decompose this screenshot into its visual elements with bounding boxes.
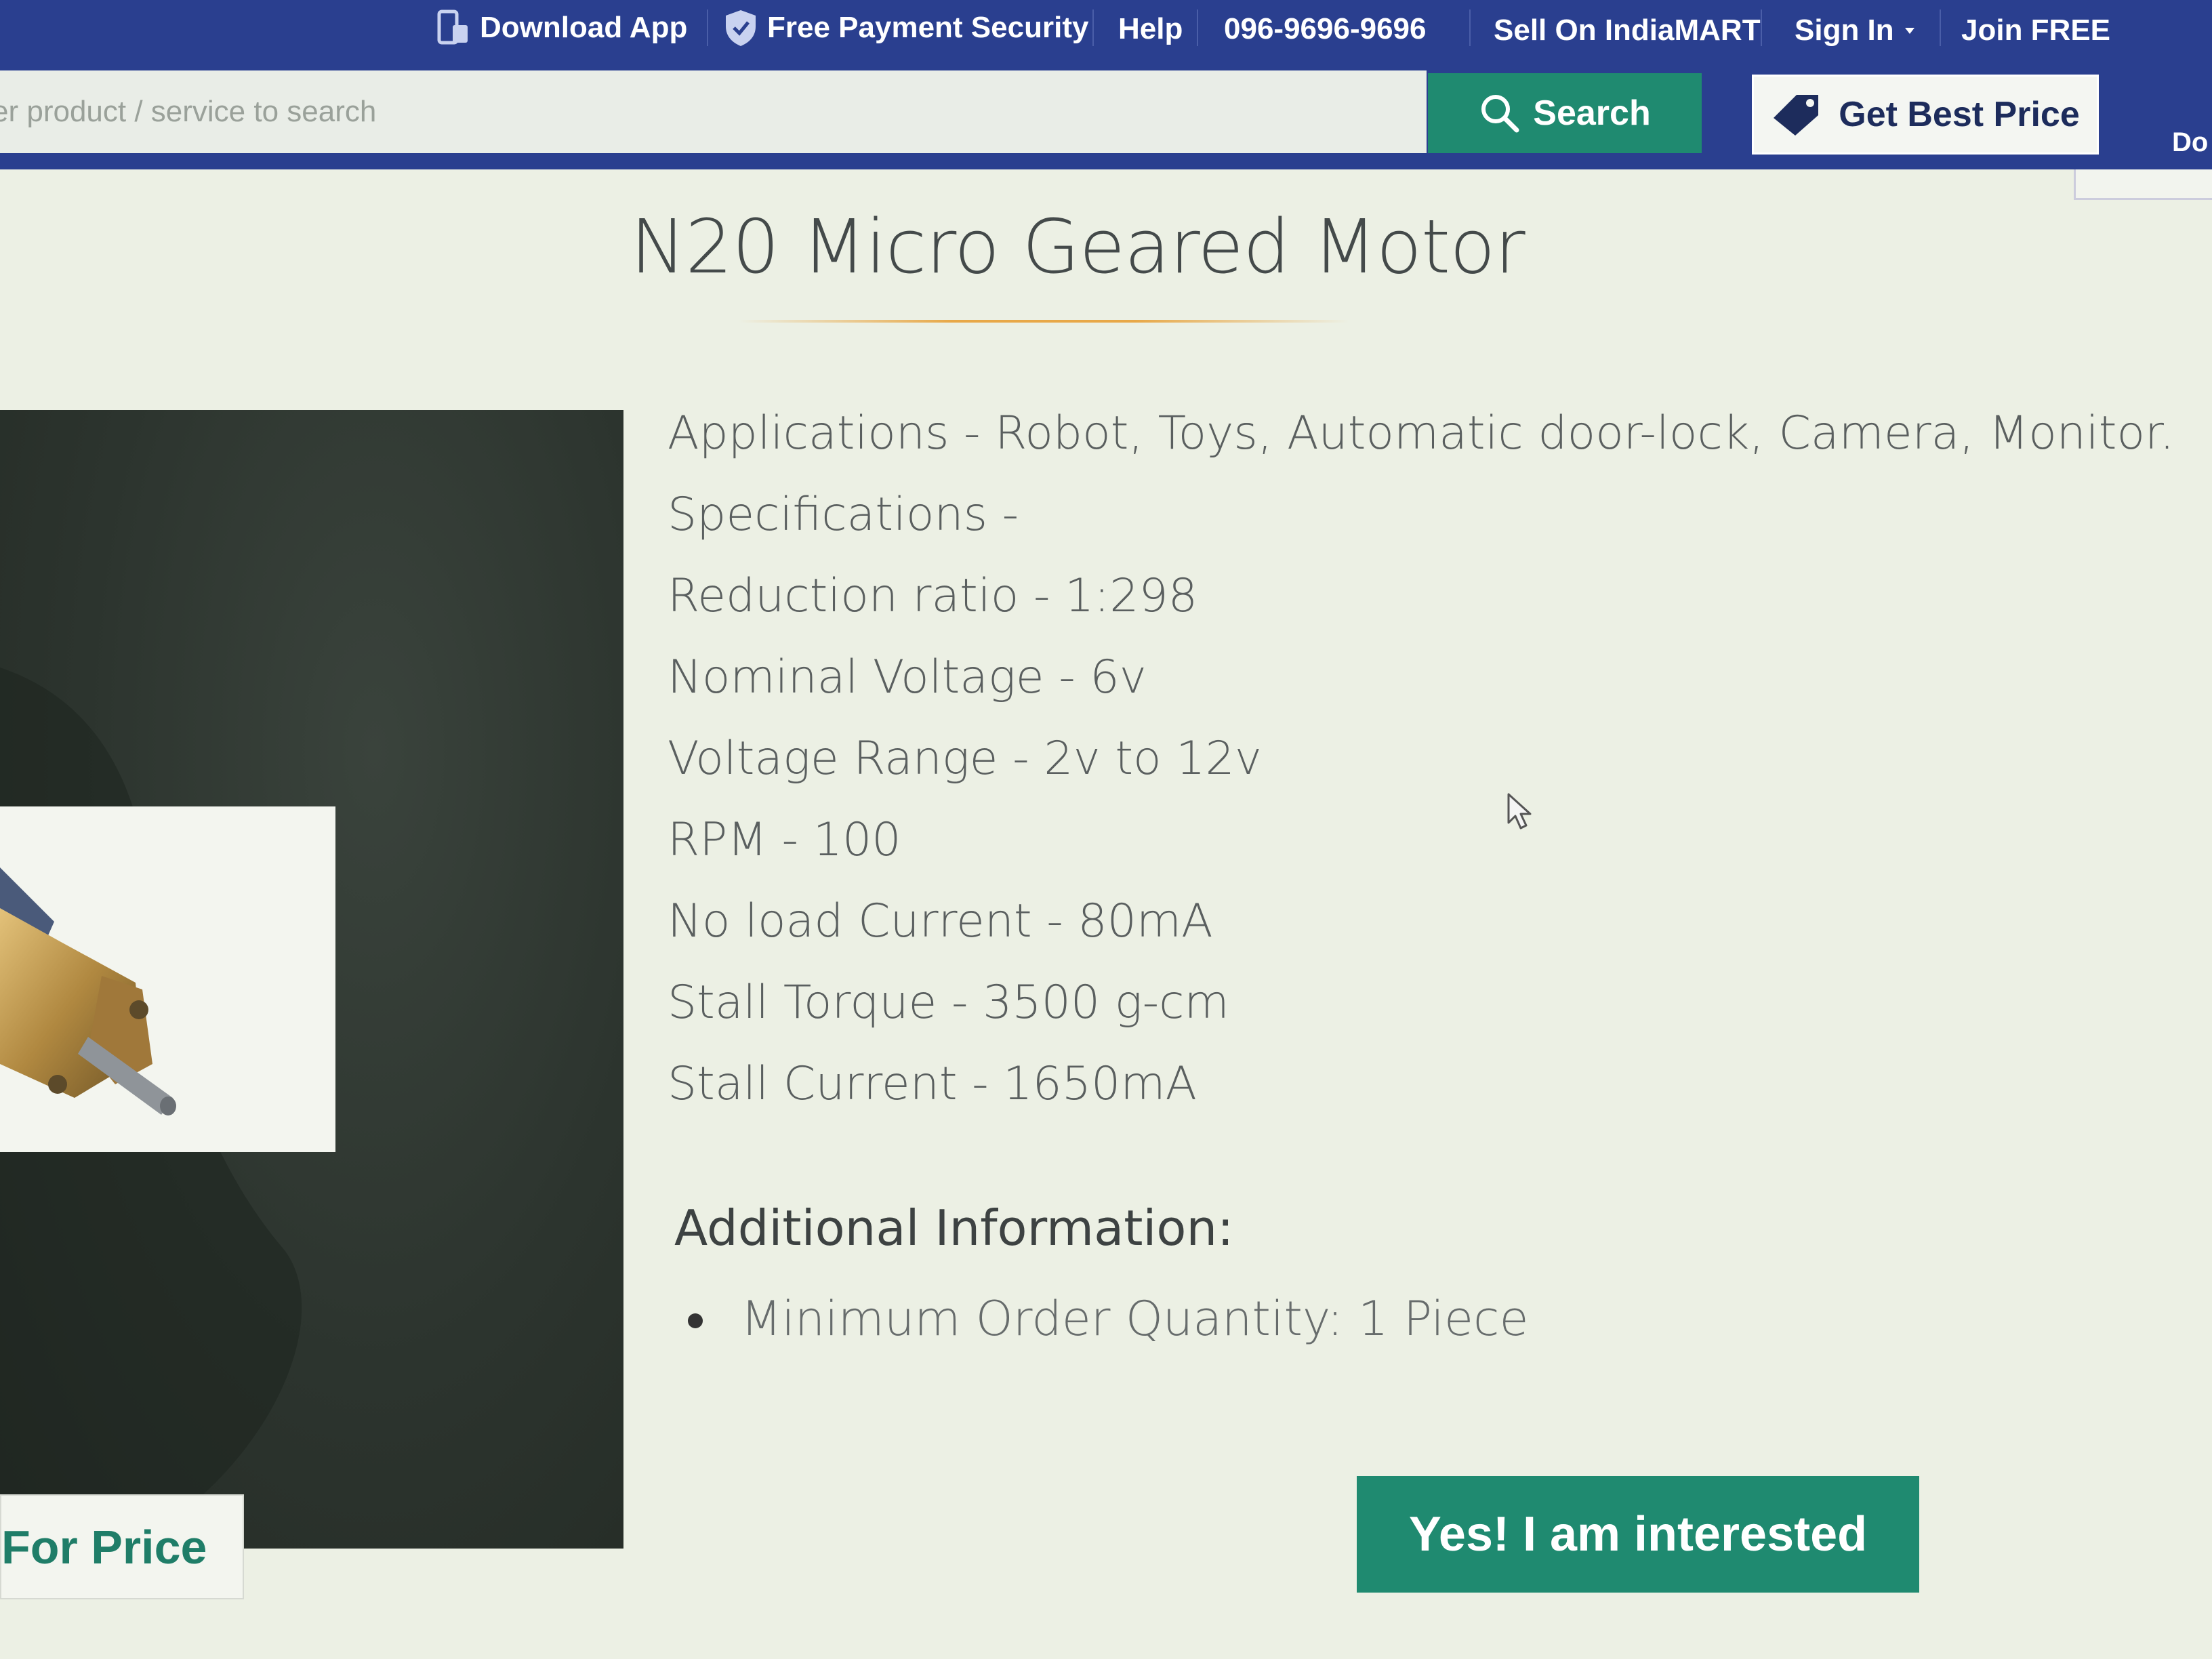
- spec-voltage-range: Voltage Range - 2v to 12v: [668, 732, 1263, 785]
- moq-list-item: Minimum Order Quantity: 1 Piece: [688, 1291, 1529, 1347]
- help-label: Help: [1118, 12, 1183, 45]
- join-free-label: Join FREE: [1961, 14, 2111, 47]
- mobile-app-icon: [437, 9, 468, 45]
- search-input[interactable]: [0, 70, 1427, 153]
- shield-icon: [726, 10, 756, 46]
- moq-text: Minimum Order Quantity: 1 Piece: [741, 1291, 1529, 1347]
- search-icon: [1481, 95, 1519, 133]
- join-free-link[interactable]: Join FREE: [1961, 8, 2110, 53]
- additional-info-heading: Additional Information:: [674, 1200, 1234, 1256]
- sign-in-menu[interactable]: Sign In: [1795, 8, 1917, 53]
- caret-down-icon: [1904, 28, 1914, 34]
- spec-applications: Applications - Robot, Toys, Automatic do…: [668, 407, 2175, 460]
- spec-stall-torque: Stall Torque - 3500 g-cm: [668, 976, 1229, 1029]
- spec-heading: Specifications -: [668, 488, 1019, 541]
- nav-divider: [1197, 9, 1198, 46]
- geared-motor-image: [0, 867, 176, 1115]
- spec-no-load-current: No load Current - 80mA: [668, 895, 1213, 948]
- spec-stall-current: Stall Current - 1650mA: [668, 1057, 1197, 1111]
- product-photo: [0, 806, 335, 1152]
- nav-divider: [1940, 9, 1941, 46]
- product-details: Applications - Robot, Toys, Automatic do…: [668, 393, 2192, 1125]
- price-tag-icon: [1774, 95, 1819, 136]
- interested-label: Yes! I am interested: [1408, 1507, 1868, 1561]
- page-title: N20 Micro Geared Motor: [630, 203, 1525, 290]
- payment-security-link[interactable]: Free Payment Security: [722, 5, 1088, 50]
- bullet-icon: [688, 1313, 703, 1328]
- sell-label: Sell On IndiaMART: [1494, 14, 1761, 47]
- get-best-price-button[interactable]: Get Best Price: [1752, 75, 2099, 155]
- truncated-nav-text[interactable]: Do: [2172, 127, 2208, 158]
- payment-security-label: Free Payment Security: [767, 11, 1089, 44]
- get-price-label: For Price: [1, 1520, 207, 1574]
- nav-divider: [707, 9, 708, 46]
- get-best-price-label: Get Best Price: [1839, 95, 2080, 134]
- spec-rpm: RPM - 100: [668, 813, 901, 867]
- search-button-label: Search: [1533, 94, 1651, 133]
- help-link[interactable]: Help: [1118, 7, 1183, 52]
- spec-reduction-ratio: Reduction ratio - 1:298: [668, 569, 1198, 623]
- spec-nominal-voltage: Nominal Voltage - 6v: [668, 651, 1147, 704]
- nav-divider: [1092, 9, 1094, 46]
- title-underline: [739, 320, 1349, 323]
- interested-button[interactable]: Yes! I am interested: [1357, 1476, 1919, 1593]
- sign-in-label: Sign In: [1795, 14, 1894, 47]
- download-app-label: Download App: [480, 11, 688, 44]
- phone-number: 096-9696-9696: [1224, 12, 1427, 45]
- mouse-cursor-icon: [1507, 793, 1532, 830]
- get-price-button[interactable]: For Price: [0, 1494, 244, 1599]
- nav-divider: [1761, 9, 1762, 46]
- phone-link[interactable]: 096-9696-9696: [1224, 7, 1426, 52]
- top-nav-links: Download App Free Payment Security Help …: [0, 0, 2212, 68]
- sell-link[interactable]: Sell On IndiaMART: [1494, 8, 1761, 53]
- download-app-link[interactable]: Download App: [434, 5, 687, 50]
- dropdown-tab: [2074, 169, 2212, 200]
- nav-divider: [1469, 9, 1471, 46]
- search-button[interactable]: Search: [1428, 73, 1702, 153]
